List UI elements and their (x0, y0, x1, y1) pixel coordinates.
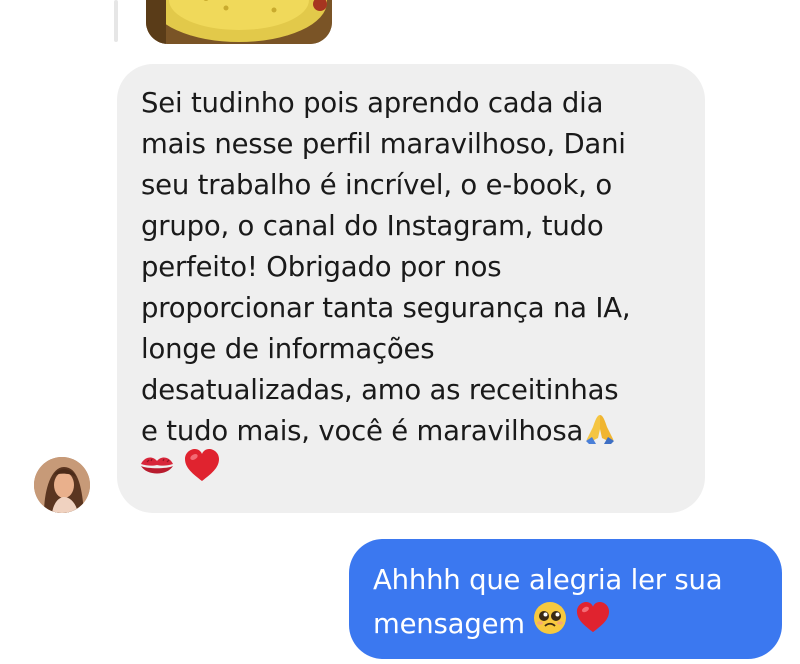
avatar-photo (34, 457, 90, 513)
folded-hands-icon (583, 411, 617, 453)
message-line: longe de informações (141, 333, 435, 365)
reply-thread-line (114, 0, 118, 42)
message-line: Sei tudinho pois aprendo cada dia (141, 87, 604, 119)
message-line: mais nesse perfil maravilhoso, Dani (141, 128, 626, 160)
message-line: Ahhhh que alegria ler sua (373, 564, 723, 596)
sent-message-text: Ahhhh que alegria ler sua (373, 560, 762, 601)
shared-food-photo[interactable] (146, 0, 332, 44)
message-line: e tudo mais, você é maravilhosa (141, 415, 584, 447)
red-heart-icon (183, 448, 221, 488)
sender-avatar[interactable] (34, 457, 90, 513)
message-line: desatualizadas, amo as receitinhas (141, 374, 619, 406)
sent-message-bubble[interactable]: Ahhhh que alegria ler sua mensagem (349, 539, 782, 659)
received-message-bubble[interactable]: Sei tudinho pois aprendo cada dia mais n… (117, 64, 705, 513)
received-message-text: Sei tudinho pois aprendo cada dia mais n… (141, 83, 685, 453)
food-photo-thumbnail (146, 0, 332, 44)
message-line: seu trabalho é incrível, o e-book, o (141, 169, 612, 201)
message-line: proporcionar tanta segurança na IA, (141, 292, 631, 324)
received-emoji-row (137, 448, 221, 488)
message-line: mensagem (373, 607, 525, 640)
kiss-mark-icon (137, 450, 177, 486)
message-line: perfeito! Obrigado por nos (141, 251, 502, 283)
red-heart-icon (575, 601, 611, 647)
sent-message-line2: mensagem (373, 601, 762, 647)
message-line: grupo, o canal do Instagram, tudo (141, 210, 604, 242)
pleading-face-icon (533, 601, 567, 647)
